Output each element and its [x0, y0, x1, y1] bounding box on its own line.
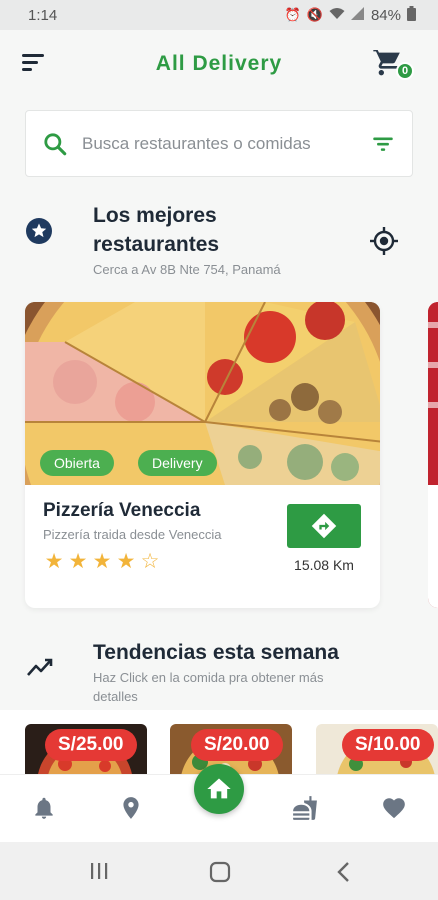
star-filled-icon: ★ [44, 550, 64, 573]
restaurant-name: Pizzería Veneccia [43, 500, 201, 521]
trend-item-price: S/10.00 [342, 729, 434, 761]
my-location-icon[interactable] [369, 226, 399, 256]
restaurant-description: Pizzería traida desde Veneccia [43, 527, 222, 542]
trend-item[interactable]: S/25.00 [25, 724, 147, 774]
star-badge-icon [26, 218, 52, 244]
search-input[interactable] [82, 133, 360, 154]
delivery-tag: Delivery [138, 450, 217, 476]
cart-count-badge: 0 [396, 62, 414, 80]
star-filled-icon: ★ [92, 550, 112, 573]
trend-item[interactable]: S/10.00 [316, 724, 438, 774]
star-filled-icon: ★ [116, 550, 136, 573]
battery-icon [407, 6, 416, 24]
back-icon[interactable] [334, 860, 354, 884]
system-home-icon[interactable] [208, 860, 232, 884]
star-empty-icon: ☆ [140, 550, 160, 573]
home-button[interactable] [194, 764, 244, 814]
bottom-navigation [0, 764, 438, 842]
filter-icon[interactable] [370, 131, 396, 157]
location-subtitle: Cerca a Av 8B Nte 754, Panamá [93, 262, 281, 277]
restaurant-image: Obierta Delivery [25, 302, 380, 608]
directions-icon [311, 513, 337, 539]
restaurant-card[interactable]: Obierta Delivery Pizzería Veneccia Pizze… [25, 302, 380, 608]
trending-up-icon [27, 658, 53, 676]
rating-stars: ★ ★ ★ ★ ☆ [43, 549, 161, 574]
signal-icon [350, 7, 365, 23]
status-bar: 1:14 ⏰ 🔇 84% [0, 0, 438, 30]
wifi-icon [329, 7, 345, 23]
search-bar [25, 110, 413, 177]
trends-subtitle-line2: detalles [93, 689, 138, 704]
recent-apps-icon[interactable] [88, 860, 110, 882]
trend-item-price: S/20.00 [191, 729, 283, 761]
search-icon[interactable] [42, 131, 68, 157]
trend-item-price: S/25.00 [45, 729, 137, 761]
status-icons: ⏰ 🔇 84% [285, 6, 416, 24]
restaurant-distance: 15.08 Km [294, 557, 354, 573]
app-title: All Delivery [155, 52, 283, 75]
best-restaurants-title-line1: Los mejores [93, 204, 217, 227]
system-navigation-bar [0, 842, 438, 900]
fast-food-icon[interactable] [292, 795, 318, 821]
app-header: All Delivery 0 [0, 30, 438, 98]
heart-icon[interactable] [381, 795, 407, 821]
battery-percent: 84% [370, 6, 401, 24]
alarm-icon: ⏰ [284, 7, 301, 22]
location-pin-icon[interactable] [118, 795, 144, 821]
cart-button[interactable]: 0 [372, 46, 414, 82]
star-filled-icon: ★ [68, 550, 88, 573]
menu-button[interactable] [22, 54, 46, 74]
trends-title: Tendencias esta semana [93, 641, 339, 664]
open-status-tag: Obierta [40, 450, 114, 476]
home-icon [207, 778, 231, 799]
best-restaurants-title-line2: restaurantes [93, 233, 220, 256]
next-restaurant-card[interactable] [428, 302, 438, 608]
trends-subtitle-line1: Haz Click en la comida pra obtener más [93, 670, 324, 685]
directions-button[interactable] [287, 504, 361, 548]
status-time: 1:14 [28, 6, 58, 24]
bell-icon[interactable] [31, 795, 57, 821]
mute-icon: 🔇 [306, 7, 323, 22]
